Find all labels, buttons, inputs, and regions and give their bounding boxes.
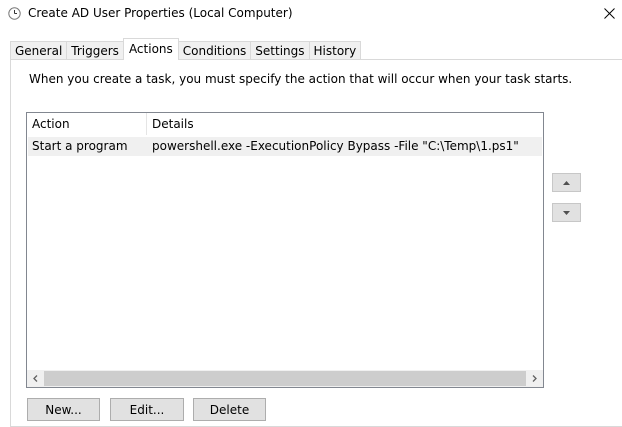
scroll-left-icon [33, 375, 38, 382]
close-button[interactable] [596, 0, 622, 26]
actions-list[interactable]: Action Details Start a program powershel… [26, 112, 544, 388]
window-title: Create AD User Properties (Local Compute… [28, 6, 293, 20]
row-action-cell: Start a program [32, 139, 128, 153]
scroll-left-button[interactable] [27, 370, 44, 387]
table-row[interactable]: Start a program powershell.exe -Executio… [28, 137, 542, 156]
move-down-button[interactable] [552, 203, 581, 222]
triangle-up-icon [563, 180, 570, 185]
tab-actions[interactable]: Actions [122, 38, 179, 60]
actions-instruction: When you create a task, you must specify… [29, 72, 573, 86]
triangle-down-icon [563, 210, 570, 215]
tab-settings[interactable]: Settings [250, 41, 310, 60]
tab-strip: General Triggers Actions Conditions Sett… [10, 38, 362, 60]
scroll-right-icon [532, 375, 537, 382]
actions-tab-panel: When you create a task, you must specify… [10, 59, 622, 427]
title-bar: Create AD User Properties (Local Compute… [0, 0, 622, 28]
close-icon [603, 7, 615, 19]
scrollbar-thumb[interactable] [44, 371, 526, 386]
delete-action-button[interactable]: Delete [193, 398, 266, 421]
tab-history[interactable]: History [308, 41, 362, 60]
tab-general[interactable]: General [10, 41, 68, 60]
tab-conditions[interactable]: Conditions [177, 41, 252, 60]
horizontal-scrollbar[interactable] [27, 370, 543, 387]
row-details-cell: powershell.exe -ExecutionPolicy Bypass -… [152, 139, 519, 153]
clock-icon [8, 7, 21, 20]
edit-action-button[interactable]: Edit... [110, 398, 184, 421]
list-header: Action Details [27, 113, 543, 135]
column-header-action[interactable]: Action [27, 113, 147, 135]
column-header-details[interactable]: Details [147, 113, 543, 135]
scroll-right-button[interactable] [526, 370, 543, 387]
tab-triggers[interactable]: Triggers [66, 41, 124, 60]
move-up-button[interactable] [552, 173, 581, 192]
new-action-button[interactable]: New... [27, 398, 100, 421]
